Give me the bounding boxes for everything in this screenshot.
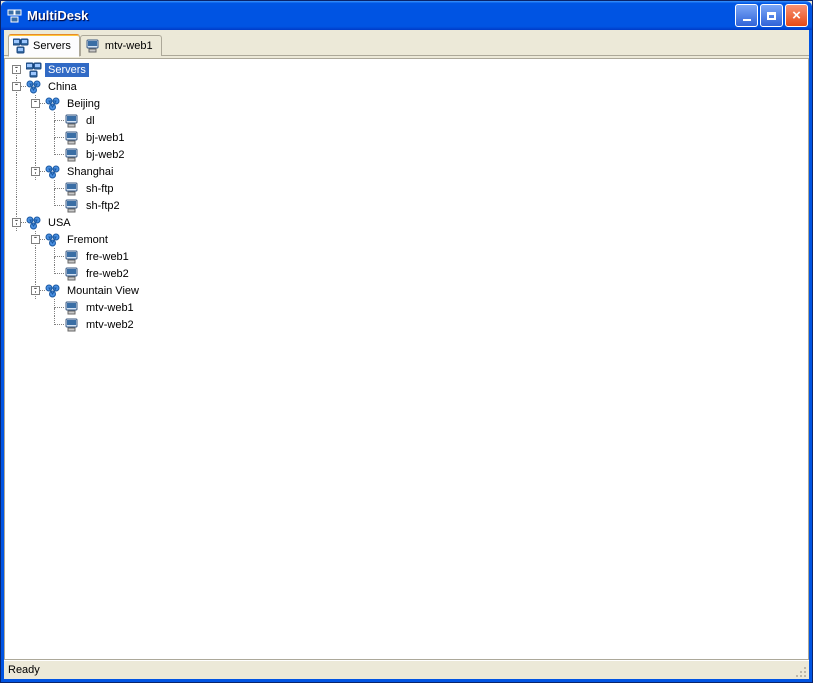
group-icon <box>26 215 42 231</box>
server-icon <box>64 300 80 316</box>
tree-item-bj-web1[interactable]: bj-web1 <box>7 129 808 146</box>
tab-mtv-web1[interactable]: mtv-web1 <box>80 35 162 56</box>
server-icon <box>64 249 80 265</box>
tree-label[interactable]: mtv-web2 <box>83 318 137 332</box>
expand-toggle[interactable] <box>31 99 40 108</box>
tree-label[interactable]: fre-web1 <box>83 250 132 264</box>
tree-group-beijing[interactable]: Beijing <box>7 95 808 112</box>
server-icon <box>64 266 80 282</box>
tree-group-usa[interactable]: USA <box>7 214 808 231</box>
tree-label[interactable]: Shanghai <box>64 165 117 179</box>
resize-grip-icon[interactable] <box>794 665 807 678</box>
tree-group-mountain-view[interactable]: Mountain View <box>7 282 808 299</box>
tree-label[interactable]: Beijing <box>64 97 103 111</box>
tree-label[interactable]: bj-web1 <box>83 131 128 145</box>
tree-label[interactable]: Servers <box>45 63 89 77</box>
group-icon <box>26 79 42 95</box>
group-icon <box>45 283 61 299</box>
tree-item-mtv-web2[interactable]: mtv-web2 <box>7 316 808 333</box>
tree-label[interactable]: sh-ftp2 <box>83 199 123 213</box>
tree-panel[interactable]: Servers China Beijing dl bj-web1 bj-web2 Shang… <box>4 58 809 660</box>
server-icon <box>64 113 80 129</box>
tree-item-sh-ftp2[interactable]: sh-ftp2 <box>7 197 808 214</box>
expand-toggle[interactable] <box>31 235 40 244</box>
titlebar[interactable]: MultiDesk <box>1 1 812 30</box>
tree-label[interactable]: China <box>45 80 80 94</box>
tab-label: Servers <box>33 40 71 52</box>
tree-label[interactable]: USA <box>45 216 74 230</box>
status-text: Ready <box>8 664 40 676</box>
tab-label: mtv-web1 <box>105 40 153 52</box>
server-icon <box>64 130 80 146</box>
tree-group-shanghai[interactable]: Shanghai <box>7 163 808 180</box>
tab-strip: Servers mtv-web1 <box>4 30 809 56</box>
tree-label[interactable]: mtv-web1 <box>83 301 137 315</box>
servers-icon <box>26 62 42 78</box>
group-icon <box>45 96 61 112</box>
server-icon <box>64 181 80 197</box>
tree-label[interactable]: fre-web2 <box>83 267 132 281</box>
tree-item-mtv-web1[interactable]: mtv-web1 <box>7 299 808 316</box>
tree-item-bj-web2[interactable]: bj-web2 <box>7 146 808 163</box>
tree-label[interactable]: Mountain View <box>64 284 142 298</box>
app-icon <box>7 8 23 24</box>
tab-servers[interactable]: Servers <box>8 34 80 57</box>
app-window: MultiDesk Servers mtv-web1 Servers China Be… <box>0 0 813 683</box>
window-title: MultiDesk <box>27 8 733 23</box>
minimize-button[interactable] <box>735 4 758 27</box>
close-button[interactable] <box>785 4 808 27</box>
tree-label[interactable]: bj-web2 <box>83 148 128 162</box>
tree-label[interactable]: Fremont <box>64 233 111 247</box>
tree-item-dl[interactable]: dl <box>7 112 808 129</box>
tree-item-fre-web1[interactable]: fre-web1 <box>7 248 808 265</box>
tree-item-sh-ftp[interactable]: sh-ftp <box>7 180 808 197</box>
servers-icon <box>13 38 29 54</box>
statusbar: Ready <box>4 660 809 679</box>
server-icon <box>64 147 80 163</box>
server-icon <box>85 38 101 54</box>
server-icon <box>64 317 80 333</box>
tree-group-fremont[interactable]: Fremont <box>7 231 808 248</box>
tree-item-fre-web2[interactable]: fre-web2 <box>7 265 808 282</box>
tree-label[interactable]: sh-ftp <box>83 182 117 196</box>
group-icon <box>45 164 61 180</box>
server-icon <box>64 198 80 214</box>
tree-label[interactable]: dl <box>83 114 98 128</box>
group-icon <box>45 232 61 248</box>
tree-group-china[interactable]: China <box>7 78 808 95</box>
client-area: Servers mtv-web1 Servers China Beijing dl bj-… <box>1 30 812 682</box>
maximize-button[interactable] <box>760 4 783 27</box>
expand-toggle[interactable] <box>12 82 21 91</box>
tree-group-servers[interactable]: Servers <box>7 61 808 78</box>
